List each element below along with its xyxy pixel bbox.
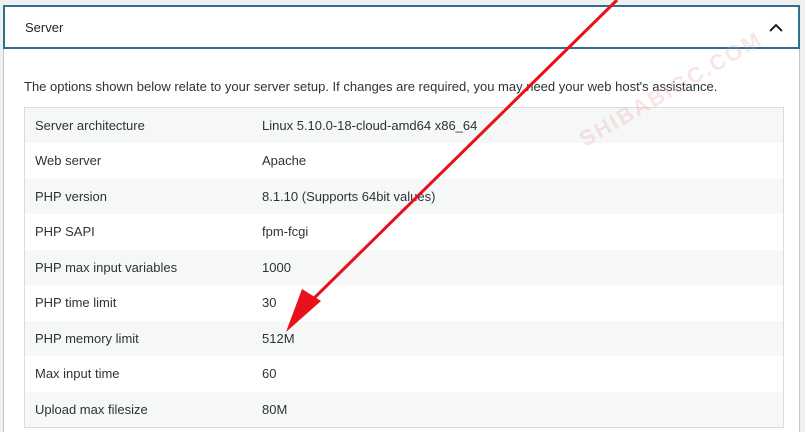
row-value: fpm-fcgi [262, 224, 309, 240]
row-value: 60 [262, 366, 277, 382]
table-row: Web server Apache [24, 143, 784, 179]
table-row: PHP version 8.1.10 (Supports 64bit value… [24, 178, 784, 214]
row-value: 80M [262, 401, 288, 417]
row-label: PHP max input variables [35, 259, 178, 275]
row-label: Server architecture [35, 118, 145, 133]
row-label: PHP memory limit [35, 330, 139, 346]
row-value: 1000 [262, 259, 291, 275]
row-value: Apache [262, 153, 307, 169]
table-row: PHP SAPI fpm-fcgi [24, 214, 784, 250]
row-label: PHP version [35, 188, 108, 204]
server-section-toggle[interactable]: Server [3, 5, 800, 49]
row-value: 512M [262, 330, 295, 346]
table-row: PHP max input variables 1000 [24, 249, 784, 285]
row-label: PHP SAPI [35, 224, 95, 240]
table-row: PHP memory limit 512M [24, 320, 784, 356]
row-value: Linux 5.10.0-18-cloud-amd64 x86_64 [262, 118, 478, 133]
site-health-panel: Server The options shown below relate to… [0, 0, 805, 432]
row-value: 30 [262, 295, 277, 311]
table-row: Max input time 60 [24, 356, 784, 392]
row-label: Max input time [35, 366, 120, 382]
table-row: PHP time limit 30 [24, 285, 784, 321]
section-title: Server [25, 20, 64, 35]
server-info-table: Server architecture Linux 5.10.0-18-clou… [24, 107, 784, 428]
row-value: 8.1.10 (Supports 64bit values) [262, 188, 436, 204]
section-description: The options shown below relate to your s… [24, 79, 718, 94]
table-row: Server architecture Linux 5.10.0-18-clou… [24, 107, 784, 143]
chevron-up-icon[interactable] [768, 20, 784, 36]
row-label: Upload max filesize [35, 401, 148, 417]
row-label: Web server [35, 153, 102, 169]
row-label: PHP time limit [35, 295, 117, 311]
table-row: Upload max filesize 80M [24, 391, 784, 427]
server-section-content: The options shown below relate to your s… [3, 49, 800, 432]
